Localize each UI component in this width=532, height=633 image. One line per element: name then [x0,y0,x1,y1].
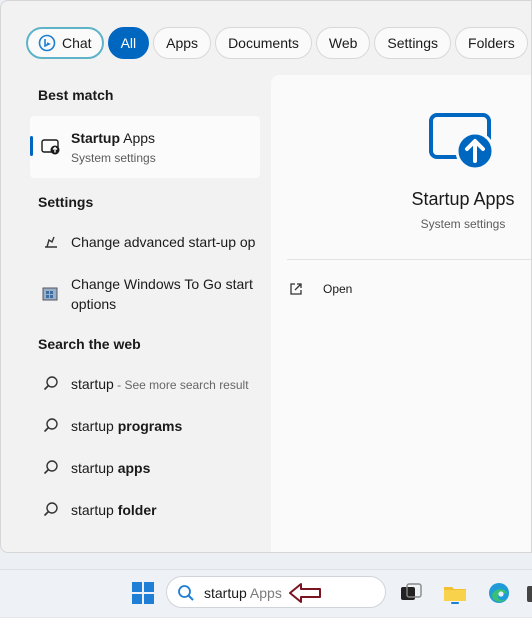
search-icon [43,502,58,517]
search-input[interactable]: startup Apps [204,585,282,601]
section-settings: Settings [38,194,94,210]
taskbar: startup Apps [0,569,532,618]
bottom-edge-strip [0,617,532,633]
filter-documents[interactable]: Documents [215,27,312,59]
filter-folders[interactable]: Folders [455,27,528,59]
filter-web-label: Web [328,35,358,51]
web-item-query-bold: apps [117,460,151,476]
open-external-icon [290,283,302,295]
detail-divider [287,259,531,260]
best-match-startup-apps[interactable]: Startup Apps System settings [30,116,260,178]
web-item-label: startup folder [71,500,157,520]
filter-apps-label: Apps [166,35,199,51]
startup-settings-icon [45,236,57,248]
search-icon [43,376,58,391]
taskbar-search-box[interactable]: startup Apps [166,576,386,608]
filter-all-label: All [120,35,137,51]
web-item-query-bold: programs [117,418,183,434]
web-item-label: startup - See more search result [71,374,249,395]
web-item-query: startup [71,502,118,518]
search-typed-text: startup [204,585,247,601]
windows-to-go-icon [42,287,58,301]
filter-web[interactable]: Web [315,27,371,59]
best-match-title-rest: Apps [120,130,156,146]
edge-browser-icon[interactable] [486,580,512,606]
filter-settings-label: Settings [387,35,439,51]
search-icon [178,585,194,601]
pointer-arrow-annotation [289,583,321,603]
best-match-title: Startup Apps [71,130,155,146]
filter-apps[interactable]: Apps [153,27,212,59]
detail-subtitle: System settings [420,217,506,231]
search-icon [43,418,58,433]
bing-chat-icon [38,34,56,52]
filter-settings[interactable]: Settings [374,27,452,59]
search-autocomplete-text: Apps [246,585,282,601]
start-search-panel: Chat All Apps Documents Web Settings Fol… [0,0,532,553]
web-item-query: startup [71,460,118,476]
best-match-subtitle: System settings [71,151,156,165]
web-item-label: startup apps [71,458,150,478]
filter-all[interactable]: All [107,27,150,59]
startup-apps-icon [41,139,60,155]
filter-chips: Chat All Apps Documents Web Settings Fol… [26,27,531,59]
settings-item-label: Change advanced start-up op [71,234,256,250]
settings-item-label-line1: Change Windows To Go start [71,276,253,292]
startup-apps-large-icon [429,113,495,171]
filter-chat[interactable]: Chat [26,27,104,59]
store-app-icon[interactable] [524,580,532,606]
section-search-web: Search the web [38,336,141,352]
detail-title: Startup Apps [411,189,515,209]
windows-start-icon[interactable] [130,580,156,606]
web-item-label: startup programs [71,416,182,436]
best-match-title-bold: Startup [71,130,120,146]
file-explorer-icon[interactable] [442,580,468,606]
web-item-hint: - See more search result [113,378,249,392]
task-view-icon[interactable] [398,580,424,606]
section-best-match: Best match [38,87,114,103]
open-label: Open [323,282,353,296]
filter-folders-label: Folders [468,35,515,51]
search-icon [43,460,58,475]
web-item-query: startup [71,418,118,434]
web-item-query: startup [71,376,114,392]
selection-indicator [30,136,33,156]
web-item-query-bold: folder [117,502,157,518]
open-action[interactable]: Open [289,276,369,302]
filter-chat-label: Chat [62,35,92,51]
filter-documents-label: Documents [228,35,299,51]
settings-item-label-line2: options [71,296,117,312]
detail-pane: Startup Apps System settings Open [271,75,531,552]
